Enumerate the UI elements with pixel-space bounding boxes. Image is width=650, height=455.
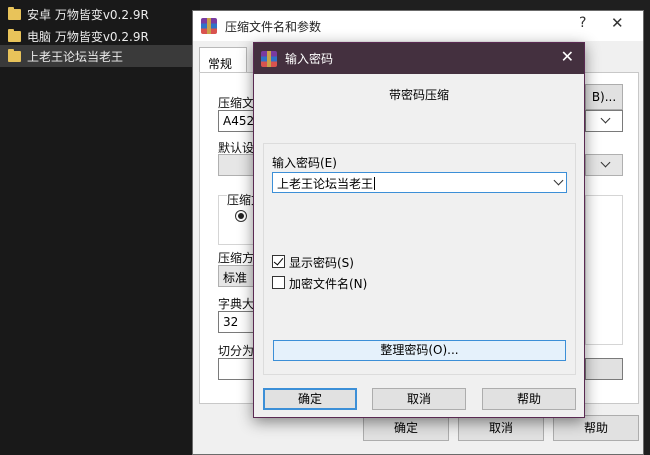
format-radio[interactable]	[235, 210, 247, 222]
ok-button[interactable]: 确定	[263, 388, 357, 410]
password-label: 输入密码(E)	[272, 156, 337, 170]
cancel-button[interactable]: 取消	[458, 415, 544, 441]
organize-passwords-button[interactable]: 整理密码(O)...	[273, 340, 566, 361]
encrypt-filenames-checkbox[interactable]	[272, 276, 285, 289]
update-mode-dropdown[interactable]	[585, 154, 623, 176]
chevron-down-icon	[600, 113, 611, 124]
folder-icon	[8, 6, 21, 20]
list-item-label: 上老王论坛当老王	[27, 49, 124, 64]
dialog-title: 输入密码	[285, 52, 334, 66]
tab-general[interactable]: 常规	[199, 47, 247, 73]
ok-button[interactable]: 确定	[363, 415, 449, 441]
encrypt-filenames-label: 加密文件名(N)	[289, 277, 368, 291]
folder-icon	[8, 48, 21, 62]
password-input[interactable]: 上老王论坛当老王	[272, 172, 567, 193]
background-strip	[200, 0, 650, 10]
show-password-checkbox[interactable]	[272, 255, 285, 268]
browse-button[interactable]: B)...	[585, 84, 623, 110]
list-item[interactable]: 上老王论坛当老王	[0, 45, 196, 67]
set-password-button[interactable]	[585, 358, 623, 380]
show-password-label: 显示密码(S)	[289, 256, 354, 270]
password-dialog: 输入密码 ✕ 带密码压缩 输入密码(E) 上老王论坛当老王 显示密码(S) 加密…	[253, 42, 585, 418]
winrar-icon	[261, 50, 277, 67]
dialog-title: 压缩文件名和参数	[225, 19, 322, 34]
list-item-label: 安卓 万物皆变v0.2.9R	[27, 7, 149, 22]
dictionary-select[interactable]: 32	[218, 311, 258, 333]
winrar-icon	[201, 18, 217, 34]
method-label: 压缩方	[218, 251, 255, 265]
folder-icon	[8, 28, 21, 42]
list-item[interactable]: 电脑 万物皆变v0.2.9R	[0, 25, 196, 47]
archive-name-input[interactable]: A4523	[218, 110, 258, 132]
list-item[interactable]: 安卓 万物皆变v0.2.9R	[0, 3, 196, 25]
list-item-label: 电脑 万物皆变v0.2.9R	[27, 29, 149, 44]
dialog-titlebar: 输入密码 ✕	[254, 43, 584, 74]
split-volume-label: 切分为	[218, 344, 255, 358]
dialog-titlebar: 压缩文件名和参数	[193, 11, 643, 41]
help-button[interactable]: 帮助	[482, 388, 576, 410]
archive-name-label: 压缩文	[218, 96, 255, 110]
chevron-down-icon	[600, 157, 611, 168]
archive-name-dropdown[interactable]	[585, 110, 623, 132]
help-button[interactable]: 帮助	[553, 415, 639, 441]
cancel-button[interactable]: 取消	[372, 388, 466, 410]
dictionary-label: 字典大	[218, 297, 255, 311]
text-caret	[374, 177, 376, 190]
password-value: 上老王论坛当老王	[277, 177, 374, 191]
help-icon[interactable]: ?	[579, 15, 586, 31]
file-explorer-list: 安卓 万物皆变v0.2.9R 电脑 万物皆变v0.2.9R 上老王论坛当老王	[0, 0, 200, 455]
close-icon[interactable]: ✕	[561, 47, 574, 66]
profile-button[interactable]	[218, 154, 258, 176]
dialog-heading: 带密码压缩	[388, 88, 449, 102]
close-icon[interactable]: ✕	[611, 14, 624, 32]
split-volume-input[interactable]	[218, 358, 258, 380]
method-select[interactable]: 标准	[218, 265, 258, 287]
options-group	[585, 195, 623, 345]
